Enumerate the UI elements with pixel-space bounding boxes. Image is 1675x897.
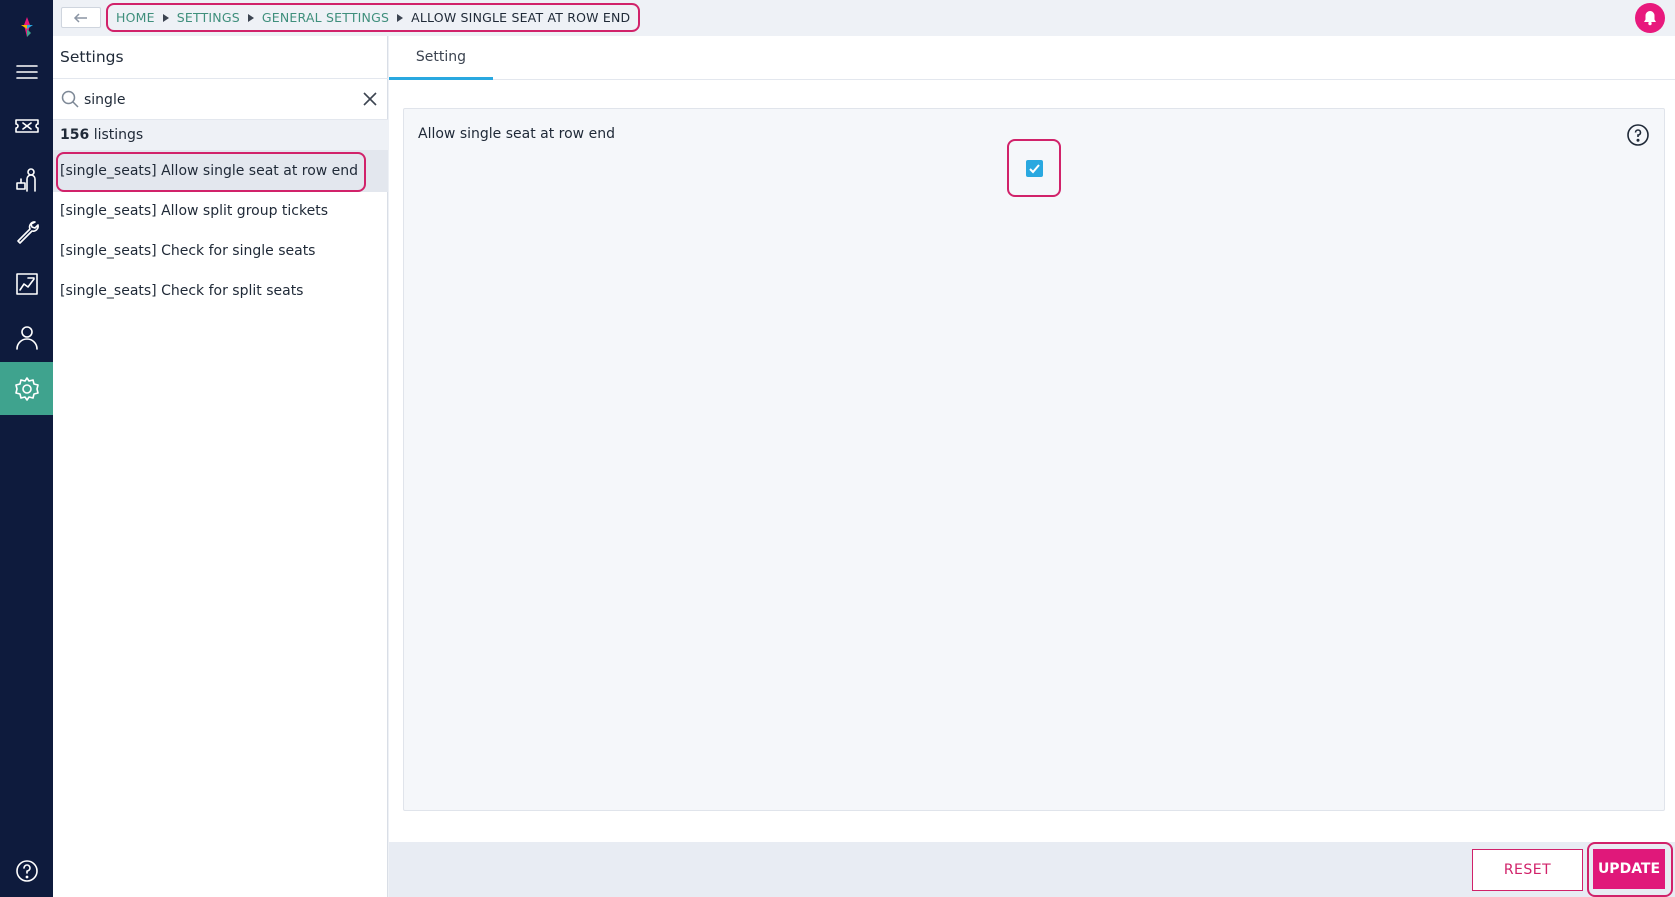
list-item-label: [single_seats] Check for single seats [60, 243, 316, 259]
tools-icon[interactable] [0, 205, 53, 258]
selection-highlight [56, 152, 366, 192]
check-icon [1028, 163, 1040, 173]
breadcrumb-home[interactable]: HOME [116, 10, 155, 25]
caret-right-icon [247, 13, 254, 22]
caret-right-icon [162, 13, 169, 22]
search-bar [53, 78, 388, 120]
clear-search-icon[interactable] [361, 90, 379, 108]
listing-count: 156 listings [53, 120, 388, 150]
customers-icon[interactable] [0, 152, 53, 205]
allow-single-seat-checkbox[interactable] [1025, 159, 1043, 177]
settings-list-panel: Settings 156 listings [single_seats] All… [53, 36, 388, 897]
panel-title: Settings [60, 48, 124, 66]
user-icon[interactable] [0, 310, 53, 363]
nav-rail [0, 0, 53, 897]
bell-icon [1644, 11, 1656, 26]
breadcrumb: HOME SETTINGS GENERAL SETTINGS ALLOW SIN… [106, 3, 641, 32]
footer-bar: RESET UPDATE [389, 842, 1675, 897]
question-circle-icon[interactable] [1626, 123, 1650, 147]
reset-button[interactable]: RESET [1472, 849, 1583, 891]
breadcrumb-settings[interactable]: SETTINGS [177, 10, 240, 25]
list-item-label: [single_seats] Allow split group tickets [60, 203, 329, 219]
update-highlight: UPDATE [1587, 842, 1673, 897]
listing-count-suffix: listings [93, 127, 144, 143]
list-item-selected[interactable]: [single_seats] Allow single seat at row … [53, 150, 388, 192]
menu-icon[interactable] [0, 45, 53, 98]
listing-count-number: 156 [60, 127, 90, 143]
breadcrumb-general-settings[interactable]: GENERAL SETTINGS [262, 10, 389, 25]
checkbox-highlight [1007, 139, 1061, 197]
main-content: Setting Allow single seat at row end RES… [389, 36, 1675, 897]
arrow-left-icon [73, 12, 87, 23]
search-input[interactable] [84, 87, 344, 113]
breadcrumb-current: ALLOW SINGLE SEAT AT ROW END [411, 10, 631, 25]
top-bar: HOME SETTINGS GENERAL SETTINGS ALLOW SIN… [53, 0, 1675, 36]
settings-icon[interactable] [0, 362, 53, 415]
setting-label: Allow single seat at row end [418, 126, 615, 142]
list-item[interactable]: [single_seats] Check for split seats [53, 270, 388, 312]
update-button[interactable]: UPDATE [1593, 849, 1665, 889]
reports-icon[interactable] [0, 257, 53, 310]
tab-setting[interactable]: Setting [389, 36, 493, 80]
back-button[interactable] [61, 7, 101, 28]
help-icon[interactable] [0, 844, 53, 897]
list-item[interactable]: [single_seats] Check for single seats [53, 230, 388, 272]
search-icon [60, 89, 80, 109]
list-item-label: [single_seats] Check for split seats [60, 283, 304, 299]
ticket-icon[interactable] [0, 99, 53, 152]
list-item[interactable]: [single_seats] Allow split group tickets [53, 190, 388, 232]
tab-bar: Setting [389, 36, 1675, 80]
notifications-button[interactable] [1635, 3, 1665, 33]
caret-right-icon [397, 13, 404, 22]
setting-card: Allow single seat at row end [403, 108, 1665, 811]
